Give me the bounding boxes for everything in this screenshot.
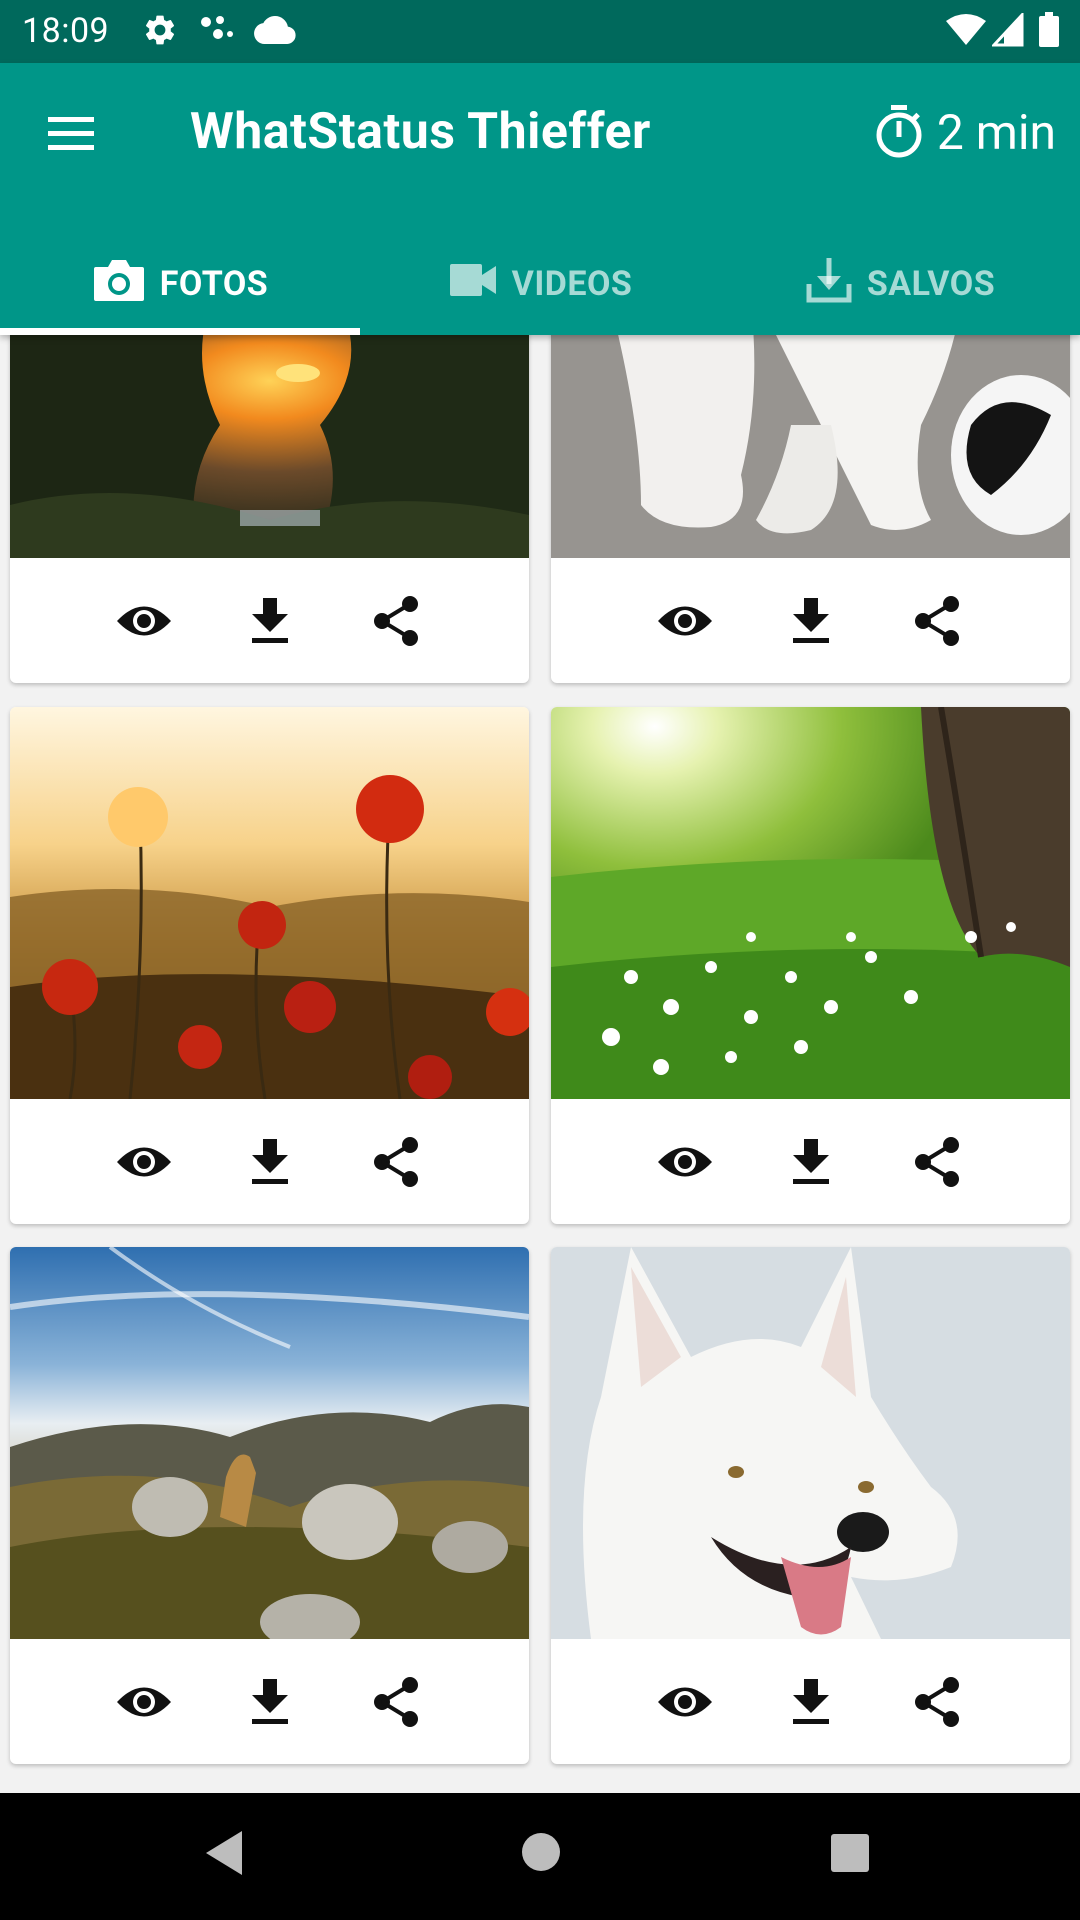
- photo-card: [551, 1247, 1070, 1764]
- card-actions: [551, 558, 1070, 683]
- photo-thumbnail[interactable]: [10, 335, 529, 558]
- card-actions: [10, 1639, 529, 1764]
- view-icon[interactable]: [650, 586, 720, 656]
- wifi-icon: [944, 13, 988, 47]
- photo-thumbnail[interactable]: [551, 1247, 1070, 1639]
- photo-thumbnail[interactable]: [551, 707, 1070, 1099]
- recents-icon[interactable]: [830, 1833, 870, 1877]
- share-icon[interactable]: [902, 1667, 972, 1737]
- home-icon[interactable]: [520, 1831, 562, 1877]
- photo-card: [551, 335, 1070, 683]
- app-bar: WhatStatus Thieffer 2 min FOTOS VIDEOS S…: [0, 63, 1080, 335]
- app-title: WhatStatus Thieffer: [190, 103, 651, 161]
- share-icon[interactable]: [361, 1667, 431, 1737]
- status-time: 18:09: [22, 11, 110, 51]
- stopwatch-icon: [873, 103, 925, 163]
- share-icon[interactable]: [361, 1127, 431, 1197]
- photo-thumbnail[interactable]: [551, 335, 1070, 558]
- tab-salvos[interactable]: SALVOS: [720, 233, 1080, 335]
- photo-card: [10, 335, 529, 683]
- tab-label: FOTOS: [159, 264, 269, 304]
- view-icon[interactable]: [109, 1667, 179, 1737]
- timer-button[interactable]: 2 min: [873, 105, 1056, 161]
- cloud-icon: [254, 14, 296, 46]
- tab-label: VIDEOS: [511, 264, 633, 304]
- share-icon[interactable]: [902, 586, 972, 656]
- download-icon[interactable]: [235, 1667, 305, 1737]
- settings-icon: [142, 12, 178, 48]
- card-actions: [551, 1099, 1070, 1224]
- tab-bar: FOTOS VIDEOS SALVOS: [0, 233, 1080, 335]
- battery-icon: [1038, 12, 1060, 48]
- back-icon[interactable]: [204, 1829, 244, 1881]
- download-icon[interactable]: [776, 586, 846, 656]
- download-icon[interactable]: [776, 1127, 846, 1197]
- tab-videos[interactable]: VIDEOS: [360, 233, 720, 335]
- view-icon[interactable]: [650, 1127, 720, 1197]
- card-actions: [551, 1639, 1070, 1764]
- card-actions: [10, 558, 529, 683]
- hamburger-menu-icon[interactable]: [44, 109, 104, 157]
- download-icon[interactable]: [235, 1127, 305, 1197]
- tab-label: SALVOS: [866, 264, 996, 304]
- photo-card: [10, 707, 529, 1224]
- download-icon[interactable]: [776, 1667, 846, 1737]
- share-icon[interactable]: [361, 586, 431, 656]
- photo-card: [10, 1247, 529, 1764]
- signal-icon: [992, 13, 1024, 47]
- card-actions: [10, 1099, 529, 1224]
- share-icon[interactable]: [902, 1127, 972, 1197]
- download-tray-icon: [805, 256, 853, 313]
- photo-grid: [0, 335, 1080, 1793]
- videocam-icon: [448, 262, 498, 307]
- status-bar: 18:09: [0, 0, 1080, 63]
- tab-fotos[interactable]: FOTOS: [0, 233, 360, 335]
- view-icon[interactable]: [650, 1667, 720, 1737]
- download-icon[interactable]: [235, 586, 305, 656]
- camera-icon: [92, 257, 146, 312]
- active-tab-indicator: [0, 328, 360, 335]
- timer-label: 2 min: [936, 104, 1056, 161]
- assistant-dots-icon: [198, 12, 238, 48]
- photo-thumbnail[interactable]: [10, 707, 529, 1099]
- view-icon[interactable]: [109, 1127, 179, 1197]
- view-icon[interactable]: [109, 586, 179, 656]
- system-nav-bar: [0, 1793, 1080, 1920]
- photo-card: [551, 707, 1070, 1224]
- photo-thumbnail[interactable]: [10, 1247, 529, 1639]
